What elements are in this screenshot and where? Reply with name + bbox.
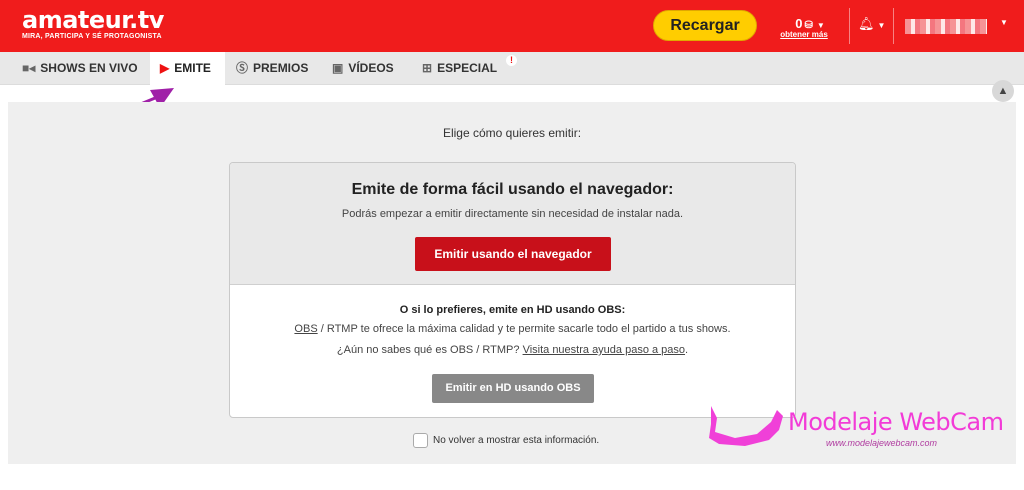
logo-tagline: MIRA, PARTICIPA Y SÉ PROTAGONISTA [22,33,162,40]
header-divider [893,8,894,44]
tab-premios[interactable]: Ⓢ PREMIOS [226,52,318,85]
collapse-up-button[interactable]: ▲ [992,80,1014,102]
film-icon: ▣ [332,61,344,75]
emit-prompt: Elige cómo quieres emitir: [442,126,582,140]
header-divider [849,8,850,44]
get-more-link[interactable]: obtener más [758,30,850,39]
tab-emite[interactable]: ▶ EMITE [150,52,225,85]
watermark-url: www.modelajewebcam.com [826,438,938,448]
browser-option-section: Emite de forma fácil usando el navegador… [230,163,795,285]
emit-browser-button[interactable]: Emitir usando el navegador [415,237,611,271]
bell-icon: 🔔︎ [858,16,875,31]
credits-display: 0 ⛁ ▼ [770,16,850,31]
browser-option-title: Emite de forma fácil usando el navegador… [351,181,674,198]
obs-option-title: O si lo prefieres, emite en HD usando OB… [399,304,626,316]
tab-videos[interactable]: ▣ VÍDEOS [322,52,404,85]
dont-show-label: No volver a mostrar esta información. [433,435,600,447]
obs-help-end: . [685,344,689,356]
video-camera-icon: ■◂ [22,61,36,75]
emit-options-card: Emite de forma fácil usando el navegador… [229,162,796,418]
chevron-down-icon: ▼ [816,21,825,30]
watermark-logo: Modelaje WebCam www.modelajewebcam.com [705,404,1010,452]
watermark-title: Modelaje WebCam [788,408,1004,436]
coin-icon: Ⓢ [236,61,249,75]
credits-value: 0 [795,16,803,31]
tab-shows-en-vivo[interactable]: ■◂ SHOWS EN VIVO [12,52,148,85]
logo-text: amateur.tv [22,6,164,34]
chevron-up-icon: ▲ [997,85,1009,97]
tab-label: PREMIOS [253,61,309,75]
silhouette-icon [709,406,783,446]
username-blurred[interactable] [905,19,987,34]
chevron-down-icon[interactable]: ▼ [1000,18,1008,27]
gift-icon: ⊞ [422,61,433,75]
credits-menu[interactable]: 0 ⛁ ▼ obtener más [770,16,850,39]
obs-description: OBS / RTMP te ofrece la máxima calidad y… [230,323,795,335]
notification-badge: ! [506,55,517,66]
obs-help-line: ¿Aún no sabes qué es OBS / RTMP? Visita … [230,344,795,356]
dont-show-checkbox[interactable] [413,433,428,448]
obs-description-text: / RTMP te ofrece la máxima calidad y te … [317,323,731,335]
notifications-menu[interactable]: 🔔︎ ▼ [858,16,885,32]
tab-label: VÍDEOS [348,61,394,75]
emit-obs-button[interactable]: Emitir en HD usando OBS [432,374,594,403]
help-guide-link[interactable]: Visita nuestra ayuda paso a paso [523,344,685,356]
tab-label: EMITE [174,61,211,75]
obs-help-text: ¿Aún no sabes qué es OBS / RTMP? [336,344,523,356]
dont-show-again: No volver a mostrar esta información. [413,433,599,448]
play-icon: ▶ [160,61,170,75]
chevron-down-icon: ▼ [877,21,886,30]
recharge-button[interactable]: Recargar [653,10,757,41]
obs-link[interactable]: OBS [294,323,317,335]
top-header: amateur.tv MIRA, PARTICIPA Y SÉ PROTAGON… [0,0,1024,52]
site-logo[interactable]: amateur.tv MIRA, PARTICIPA Y SÉ PROTAGON… [22,8,164,40]
browser-option-subtitle: Podrás empezar a emitir directamente sin… [341,208,684,220]
tab-label: ESPECIAL [437,61,498,75]
tab-label: SHOWS EN VIVO [40,61,138,75]
tab-especial[interactable]: ⊞ ESPECIAL [412,52,507,85]
